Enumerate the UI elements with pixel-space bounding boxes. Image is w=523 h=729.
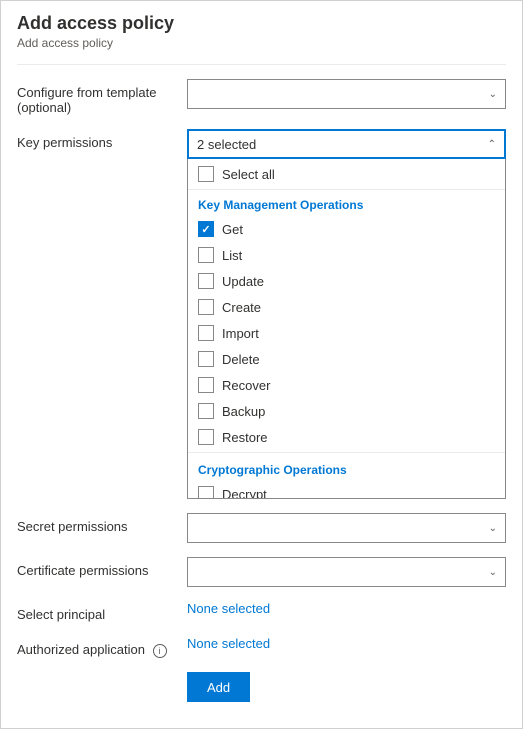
checkbox-decrypt[interactable]	[198, 486, 214, 499]
label-update: Update	[222, 274, 264, 289]
key-item-update[interactable]: Update	[188, 268, 505, 294]
chevron-down-icon: ⌄	[489, 89, 497, 100]
chevron-down-icon-secret: ⌄	[489, 523, 497, 534]
key-permissions-select[interactable]: 2 selected ⌃	[187, 129, 506, 159]
authorized-application-link[interactable]: None selected	[187, 636, 270, 651]
top-divider	[17, 64, 506, 65]
certificate-permissions-row: Certificate permissions ⌄	[17, 557, 506, 587]
certificate-permissions-control: ⌄	[187, 557, 506, 587]
select-all-item[interactable]: Select all	[188, 159, 505, 190]
key-permissions-row: Key permissions 2 selected ⌃ Select all …	[17, 129, 506, 499]
key-item-decrypt[interactable]: Decrypt	[188, 481, 505, 499]
info-icon[interactable]: i	[153, 644, 167, 658]
chevron-down-icon-cert: ⌄	[489, 567, 497, 578]
key-item-recover[interactable]: Recover	[188, 372, 505, 398]
authorized-application-control: None selected	[187, 636, 506, 651]
page-container: Add access policy Add access policy Conf…	[0, 0, 523, 729]
label-restore: Restore	[222, 430, 268, 445]
key-item-get[interactable]: Get	[188, 216, 505, 242]
secret-permissions-row: Secret permissions ⌄	[17, 513, 506, 543]
add-button[interactable]: Add	[187, 672, 250, 702]
key-management-header: Key Management Operations	[188, 190, 505, 216]
select-principal-control: None selected	[187, 601, 506, 616]
label-list: List	[222, 248, 242, 263]
cryptographic-header: Cryptographic Operations	[188, 455, 505, 481]
select-principal-link[interactable]: None selected	[187, 601, 270, 616]
select-all-label: Select all	[222, 167, 275, 182]
configure-template-row: Configure from template (optional) ⌄	[17, 79, 506, 115]
secret-permissions-label: Secret permissions	[17, 513, 187, 534]
page-title: Add access policy	[17, 13, 506, 34]
key-item-backup[interactable]: Backup	[188, 398, 505, 424]
select-all-checkbox[interactable]	[198, 166, 214, 182]
key-item-restore[interactable]: Restore	[188, 424, 505, 450]
add-button-row: Add	[17, 672, 506, 702]
key-item-list[interactable]: List	[188, 242, 505, 268]
certificate-permissions-label: Certificate permissions	[17, 557, 187, 578]
checkbox-update[interactable]	[198, 273, 214, 289]
configure-template-label: Configure from template (optional)	[17, 79, 187, 115]
certificate-permissions-select[interactable]: ⌄	[187, 557, 506, 587]
key-permissions-dropdown-panel: Select all Key Management Operations Get…	[187, 159, 506, 499]
checkbox-get[interactable]	[198, 221, 214, 237]
secret-permissions-control: ⌄	[187, 513, 506, 543]
checkbox-create[interactable]	[198, 299, 214, 315]
label-get: Get	[222, 222, 243, 237]
authorized-application-label: Authorized application i	[17, 636, 187, 658]
section-divider	[188, 452, 505, 453]
checkbox-restore[interactable]	[198, 429, 214, 445]
key-item-import[interactable]: Import	[188, 320, 505, 346]
select-principal-row: Select principal None selected	[17, 601, 506, 622]
label-delete: Delete	[222, 352, 260, 367]
authorized-application-row: Authorized application i None selected	[17, 636, 506, 658]
page-subtitle: Add access policy	[17, 36, 506, 50]
checkbox-delete[interactable]	[198, 351, 214, 367]
label-decrypt: Decrypt	[222, 487, 267, 500]
checkbox-import[interactable]	[198, 325, 214, 341]
key-permissions-label: Key permissions	[17, 129, 187, 150]
secret-permissions-select[interactable]: ⌄	[187, 513, 506, 543]
label-backup: Backup	[222, 404, 265, 419]
checkbox-recover[interactable]	[198, 377, 214, 393]
configure-template-control: ⌄	[187, 79, 506, 109]
configure-template-select[interactable]: ⌄	[187, 79, 506, 109]
chevron-up-icon: ⌃	[488, 139, 496, 150]
select-principal-label: Select principal	[17, 601, 187, 622]
label-import: Import	[222, 326, 259, 341]
key-item-create[interactable]: Create	[188, 294, 505, 320]
label-recover: Recover	[222, 378, 270, 393]
label-create: Create	[222, 300, 261, 315]
checkbox-list[interactable]	[198, 247, 214, 263]
key-item-delete[interactable]: Delete	[188, 346, 505, 372]
checkbox-backup[interactable]	[198, 403, 214, 419]
key-permissions-selected-text: 2 selected	[197, 137, 256, 152]
key-permissions-control: 2 selected ⌃ Select all Key Management O…	[187, 129, 506, 499]
